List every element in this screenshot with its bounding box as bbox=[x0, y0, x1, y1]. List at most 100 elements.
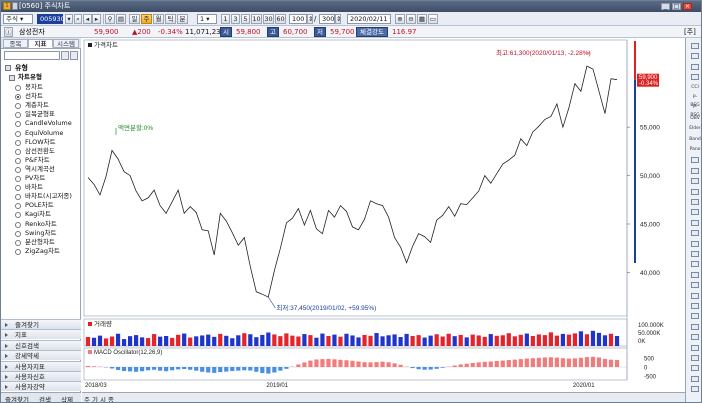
footer-favorites-tab[interactable]: 즐겨찾기 bbox=[5, 394, 29, 402]
code-dropdown-icon[interactable]: ▾ bbox=[65, 14, 73, 24]
drawing-tool-icon[interactable] bbox=[691, 334, 699, 341]
chart-type-item[interactable]: EquiVolume bbox=[25, 129, 63, 138]
stock-code-input[interactable]: 005930 bbox=[37, 14, 65, 24]
zoom-spin-icon[interactable]: ⇕ bbox=[307, 14, 313, 24]
chart-type-radio[interactable] bbox=[15, 157, 21, 164]
drawing-tool-icon[interactable] bbox=[691, 74, 699, 81]
drawing-tool-icon[interactable] bbox=[691, 240, 699, 247]
drawing-tool-icon[interactable] bbox=[691, 53, 699, 60]
count-spin-icon[interactable]: ⇕ bbox=[335, 14, 341, 24]
collapse-icon[interactable] bbox=[9, 75, 15, 81]
indicator-shortcut[interactable]: P-BSG bbox=[689, 104, 701, 118]
maximize-button[interactable]: □ bbox=[672, 3, 681, 10]
chart-type-radio[interactable] bbox=[15, 230, 21, 237]
chart-type-item[interactable]: Renko차트 bbox=[25, 220, 57, 229]
period-day-button[interactable]: 일 bbox=[129, 14, 140, 24]
left-bottom-item[interactable]: 즐겨찾기 bbox=[1, 319, 81, 329]
chart-type-radio[interactable] bbox=[15, 166, 21, 173]
chart-type-item[interactable]: 일목균형표 bbox=[25, 110, 55, 119]
drawing-tool-icon[interactable] bbox=[691, 313, 699, 320]
drawing-tool-icon[interactable] bbox=[691, 188, 699, 195]
indicator-shortcut[interactable]: Elder bbox=[689, 125, 701, 133]
zoom-in-icon[interactable]: ⊕ bbox=[395, 14, 405, 24]
collapse-icon[interactable] bbox=[5, 65, 11, 71]
period-week-button[interactable]: 주 bbox=[141, 14, 152, 24]
count-input[interactable]: 300 bbox=[319, 14, 335, 24]
left-bottom-item[interactable]: 강세약세 bbox=[1, 350, 81, 361]
drawing-tool-icon[interactable] bbox=[691, 344, 699, 351]
lock-icon[interactable]: ▤ bbox=[116, 14, 126, 24]
interval-60-button[interactable]: 60 bbox=[275, 14, 286, 24]
period-tick-button[interactable]: 틱 bbox=[165, 14, 176, 24]
prev-stock-icon[interactable]: ◂ bbox=[83, 14, 92, 24]
bottom-bar-label[interactable]: 시 bbox=[100, 394, 106, 402]
link-icon[interactable]: ⚲ bbox=[105, 14, 115, 24]
drawing-tool-icon[interactable] bbox=[691, 386, 699, 393]
drawing-tool-icon[interactable] bbox=[691, 230, 699, 237]
chart-type-item[interactable]: 봉차트 bbox=[25, 83, 43, 92]
chart-type-item[interactable]: CandleVolume bbox=[25, 119, 72, 128]
indicator-shortcut[interactable]: OBV bbox=[689, 115, 701, 123]
indicator-shortcut[interactable]: P-BSG bbox=[689, 94, 701, 108]
tab-stocks[interactable]: 종목 bbox=[3, 39, 28, 48]
chart-type-item[interactable]: P&F차트 bbox=[25, 156, 50, 165]
chart-type-item[interactable]: 선차트 bbox=[25, 92, 43, 101]
indicator-shortcut[interactable]: Band bbox=[689, 136, 701, 144]
chart-type-radio[interactable] bbox=[15, 239, 21, 246]
chart-type-item[interactable]: 계층차트 bbox=[25, 101, 49, 110]
chart-type-item[interactable]: 바차트 bbox=[25, 183, 43, 192]
close-button[interactable]: × bbox=[683, 3, 692, 10]
chart-grid-icon[interactable]: ▦ bbox=[417, 14, 427, 24]
interval-5-button[interactable]: 5 bbox=[241, 14, 250, 24]
print-icon[interactable]: ▭ bbox=[428, 14, 438, 24]
chart-type-radio[interactable] bbox=[15, 248, 21, 255]
drawing-tool-icon[interactable] bbox=[691, 282, 699, 289]
tab-system[interactable]: 시스템 bbox=[53, 39, 79, 48]
footer-delete-tab[interactable]: 삭제 bbox=[61, 394, 73, 402]
minimize-button[interactable]: _ bbox=[661, 3, 670, 10]
drawing-tool-icon[interactable] bbox=[691, 178, 699, 185]
drawing-tool-icon[interactable] bbox=[691, 303, 699, 309]
left-bottom-item[interactable]: 사용자지표 bbox=[1, 360, 81, 371]
chart-type-radio[interactable] bbox=[15, 221, 21, 228]
chart-type-item[interactable]: Kagi차트 bbox=[25, 210, 51, 219]
drawing-tool-icon[interactable] bbox=[691, 199, 699, 205]
drawing-tool-icon[interactable] bbox=[691, 271, 699, 278]
period-minute-button[interactable]: 분 bbox=[177, 14, 188, 24]
footer-search-tab[interactable]: 검색 bbox=[39, 394, 51, 402]
market-select[interactable]: 주식 ▾ bbox=[3, 14, 33, 24]
left-bottom-item[interactable]: 지표 bbox=[1, 329, 81, 340]
bottom-bar-label[interactable]: 기 bbox=[92, 394, 98, 402]
stock-info-icon[interactable]: ⓘ bbox=[4, 27, 13, 37]
chart-svg[interactable]: 55,000 50,000 45,000 40,000 가격차트액면분할:0% 최고:61… bbox=[82, 38, 685, 403]
zoom-input[interactable]: 100 bbox=[289, 14, 307, 24]
chart-type-item[interactable]: FLOW차트 bbox=[25, 138, 56, 147]
interval-1-button[interactable]: 1 bbox=[221, 14, 230, 24]
bottom-bar-label[interactable]: 종 bbox=[108, 394, 114, 402]
zoom-out-icon[interactable]: ⊖ bbox=[406, 14, 416, 24]
chart-type-item[interactable]: 삼선전환도 bbox=[25, 147, 55, 156]
tab-indicators[interactable]: 지표 bbox=[28, 39, 53, 48]
chart-type-item[interactable]: 분산형차트 bbox=[25, 238, 55, 247]
chart-type-item[interactable]: POLE차트 bbox=[25, 201, 54, 210]
interval-3-button[interactable]: 3 bbox=[231, 14, 240, 24]
chart-type-item[interactable]: PV차트 bbox=[25, 174, 45, 183]
indicator-search-input[interactable] bbox=[4, 51, 60, 60]
left-bottom-item[interactable]: 사용자강약 bbox=[1, 381, 81, 392]
drawing-tool-icon[interactable] bbox=[691, 209, 699, 216]
chart-type-item[interactable]: Swing차트 bbox=[25, 229, 56, 238]
bottom-bar-label[interactable]: 주 bbox=[84, 394, 90, 402]
drawing-tool-icon[interactable] bbox=[691, 63, 699, 70]
chart-type-radio[interactable] bbox=[15, 176, 21, 182]
interval-10-button[interactable]: 10 bbox=[251, 14, 262, 24]
drawing-tool-icon[interactable] bbox=[691, 292, 699, 299]
drawing-tool-icon[interactable] bbox=[691, 219, 699, 226]
drawing-tool-icon[interactable] bbox=[691, 167, 699, 174]
chart-type-radio[interactable] bbox=[15, 130, 21, 137]
chart-type-item[interactable]: 바차트(시고저종) bbox=[25, 192, 72, 201]
drawing-tool-icon[interactable] bbox=[691, 43, 699, 49]
drawing-tool-icon[interactable] bbox=[691, 375, 699, 382]
drawing-tool-icon[interactable] bbox=[691, 157, 699, 164]
chart-type-radio[interactable] bbox=[15, 85, 21, 91]
search-icon[interactable]: ⌕ bbox=[74, 14, 82, 24]
